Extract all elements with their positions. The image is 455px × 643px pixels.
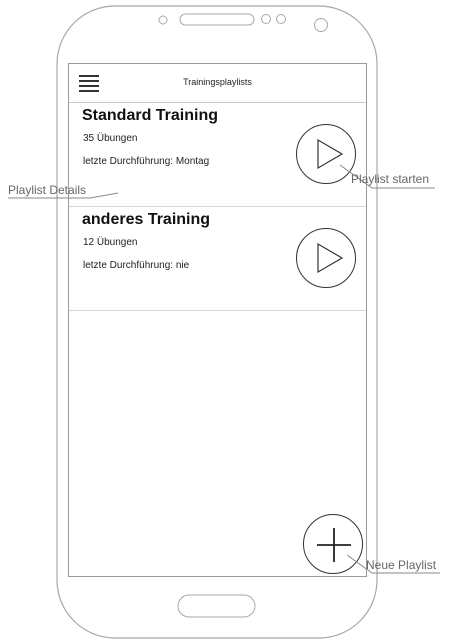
- add-playlist-button[interactable]: [303, 514, 363, 574]
- annotation-playlist-start: Playlist starten: [351, 172, 430, 186]
- annotation-new-playlist: Neue Playlist: [366, 558, 437, 572]
- start-playlist-button[interactable]: [296, 228, 356, 288]
- playlist-last-run: letzte Durchführung: Montag: [83, 156, 210, 167]
- app-bar: Trainingsplaylists: [69, 64, 366, 103]
- page-title: Trainingsplaylists: [183, 77, 252, 87]
- wireframe-stage: Trainingsplaylists Standard Training 35 …: [0, 0, 455, 643]
- play-icon: [317, 242, 344, 274]
- playlist-exercise-count: 12 Übungen: [83, 237, 138, 248]
- app-screen: Trainingsplaylists Standard Training 35 …: [68, 63, 367, 577]
- playlist-title: Standard Training: [82, 107, 219, 124]
- annotation-playlist-details: Playlist Details: [8, 183, 87, 197]
- playlist-card[interactable]: anderes Training 12 Übungen letzte Durch…: [69, 207, 366, 311]
- playlist-card[interactable]: Standard Training 35 Übungen letzte Durc…: [69, 103, 366, 207]
- plus-icon: [317, 528, 351, 562]
- playlist-exercise-count: 35 Übungen: [83, 133, 138, 144]
- start-playlist-button[interactable]: [296, 124, 356, 184]
- playlist-title: anderes Training: [82, 211, 211, 228]
- play-icon: [317, 138, 344, 170]
- playlist-last-run: letzte Durchführung: nie: [83, 260, 190, 271]
